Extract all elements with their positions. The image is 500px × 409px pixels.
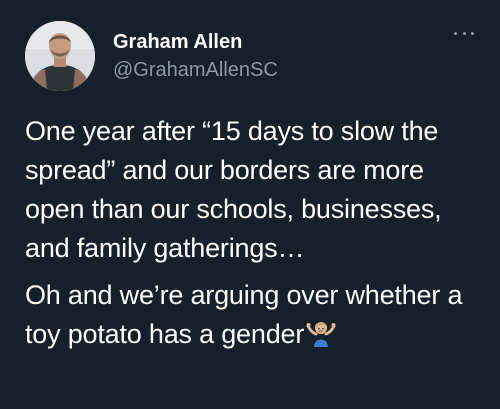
- tweet-text: One year after “15 days to slow the spre…: [25, 112, 487, 354]
- author-handle[interactable]: @GrahamAllenSC: [113, 58, 278, 82]
- tweet-card: Graham Allen @GrahamAllenSC One year aft…: [0, 0, 500, 409]
- tweet-header: Graham Allen @GrahamAllenSC: [25, 20, 475, 92]
- avatar[interactable]: [25, 21, 95, 91]
- tweet-paragraph-text: Oh and we’re arguing over whether a toy …: [25, 280, 463, 349]
- author-identity: Graham Allen @GrahamAllenSC: [113, 30, 278, 82]
- dot: [471, 31, 474, 35]
- avatar-image: [25, 21, 95, 91]
- person-shrugging-emoji: [306, 322, 336, 347]
- author-name[interactable]: Graham Allen: [113, 30, 278, 54]
- dot: [462, 31, 466, 35]
- more-horizontal-icon[interactable]: [454, 29, 474, 37]
- tweet-paragraph: One year after “15 days to slow the spre…: [25, 116, 442, 263]
- tweet-paragraph-2: Oh and we’re arguing over whether a toy …: [25, 276, 487, 354]
- dot: [454, 31, 457, 35]
